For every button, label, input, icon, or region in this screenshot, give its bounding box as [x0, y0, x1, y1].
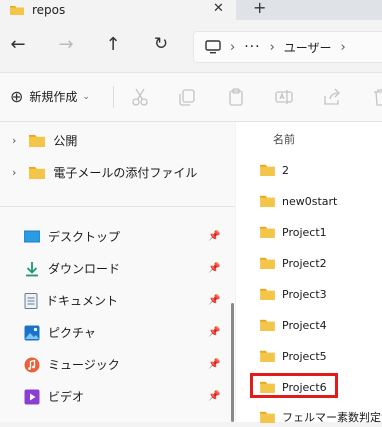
quick-access-label: ダウンロード [48, 262, 121, 276]
pictures-icon [24, 325, 40, 340]
file-row[interactable]: Project5 [260, 346, 327, 366]
folder-icon [260, 350, 275, 362]
pin-icon[interactable]: 📌 [208, 359, 220, 370]
column-header-name[interactable]: 名前 [273, 131, 295, 147]
back-arrow-icon: ← [10, 33, 26, 55]
share-icon[interactable] [322, 87, 342, 107]
file-name: 2 [282, 163, 289, 177]
nav-tree-item-public[interactable]: › 公開 [12, 132, 77, 149]
document-icon [24, 292, 38, 309]
up-arrow-icon: ↑ [105, 33, 121, 55]
pin-icon[interactable]: 📌 [208, 327, 220, 338]
delete-icon[interactable] [371, 87, 382, 107]
quick-access-videos[interactable]: ビデオ [24, 388, 84, 405]
new-button-label: 新規作成 [29, 90, 78, 104]
file-row[interactable]: new0start [260, 191, 337, 211]
close-tab-button[interactable]: ✕ [213, 0, 224, 18]
toolbar-divider [113, 86, 114, 108]
forward-button[interactable]: → [54, 32, 78, 56]
nav-tree-label: 公開 [53, 134, 78, 148]
quick-access-label: デスクトップ [48, 230, 121, 244]
file-name: Project3 [282, 287, 327, 301]
back-button[interactable]: ← [6, 32, 30, 56]
quick-access-desktop[interactable]: デスクトップ [24, 228, 120, 245]
up-button[interactable]: ↑ [101, 32, 125, 56]
folder-icon [29, 135, 46, 147]
folder-icon [10, 6, 24, 15]
folder-icon [260, 411, 275, 423]
quick-access-label: ピクチャ [48, 326, 96, 340]
video-icon [24, 389, 40, 404]
chevron-right-icon: › [340, 39, 346, 55]
folder-icon [260, 226, 275, 238]
chevron-right-icon: › [230, 39, 236, 55]
quick-access-pictures[interactable]: ピクチャ [24, 324, 96, 341]
file-name: Project1 [282, 225, 327, 239]
new-tab-button[interactable]: + [253, 0, 266, 17]
pin-icon[interactable]: 📌 [208, 391, 220, 402]
folder-icon [260, 319, 275, 331]
file-name: フェルマー素数判定法 [282, 411, 382, 424]
quick-access-label: ドキュメント [46, 294, 119, 308]
refresh-button[interactable]: ↻ [149, 32, 173, 56]
quick-access-label: ミュージック [48, 358, 120, 372]
file-row[interactable]: Project2 [260, 253, 327, 273]
folder-icon [29, 167, 46, 179]
quick-access-label: ビデオ [48, 390, 85, 404]
pin-icon[interactable]: 📌 [208, 263, 220, 274]
download-icon [26, 261, 38, 276]
new-button[interactable]: ⊕ 新規作成 ⌄ [10, 88, 90, 105]
quick-access-documents[interactable]: ドキュメント [24, 292, 118, 309]
file-row[interactable]: Project3 [260, 284, 327, 304]
folder-icon [260, 164, 275, 176]
pin-icon[interactable]: 📌 [208, 231, 220, 242]
refresh-icon: ↻ [153, 34, 169, 54]
tab-title: repos [32, 3, 66, 17]
folder-icon [260, 195, 275, 207]
file-name: new0start [282, 194, 338, 208]
pane-divider [0, 206, 235, 207]
navigation-pane-scrollbar[interactable] [231, 303, 234, 422]
file-row[interactable]: Project1 [260, 222, 327, 242]
address-bar[interactable]: › ··· › ユーザー › [193, 31, 382, 63]
forward-arrow-icon: → [58, 33, 74, 55]
copy-icon[interactable] [177, 87, 197, 107]
chevron-right-icon[interactable]: › [12, 166, 16, 179]
file-row[interactable]: Project4 [260, 315, 327, 335]
pin-icon[interactable]: 📌 [208, 295, 220, 306]
file-row[interactable]: フェルマー素数判定法 [260, 407, 382, 427]
quick-access-music[interactable]: ミュージック [24, 356, 120, 373]
folder-icon [260, 257, 275, 269]
paste-icon[interactable] [226, 87, 246, 107]
chevron-right-icon: › [269, 39, 275, 55]
quick-access-downloads[interactable]: ダウンロード [24, 260, 120, 277]
plus-circle-icon: ⊕ [10, 86, 24, 106]
chevron-right-icon[interactable]: › [12, 134, 16, 147]
tab-repos[interactable]: repos ✕ [0, 0, 236, 20]
address-segment-user[interactable]: ユーザー [284, 39, 332, 56]
highlight-box [250, 373, 338, 398]
file-row[interactable]: 2 [260, 160, 289, 180]
desktop-icon [24, 230, 40, 242]
file-name: Project4 [282, 318, 327, 332]
folder-icon [260, 288, 275, 300]
file-name: Project5 [282, 349, 327, 363]
rename-icon[interactable] [274, 87, 294, 107]
nav-tree-label: 電子メールの添付ファイル [53, 166, 198, 180]
nav-tree-item-email-attachments[interactable]: › 電子メールの添付ファイル [12, 164, 197, 181]
file-name: Project2 [282, 256, 327, 270]
address-overflow-button[interactable]: ··· [244, 39, 260, 55]
cut-icon[interactable] [130, 87, 150, 107]
chevron-down-icon: ⌄ [82, 91, 90, 102]
computer-icon [205, 40, 221, 54]
music-icon [24, 357, 40, 372]
